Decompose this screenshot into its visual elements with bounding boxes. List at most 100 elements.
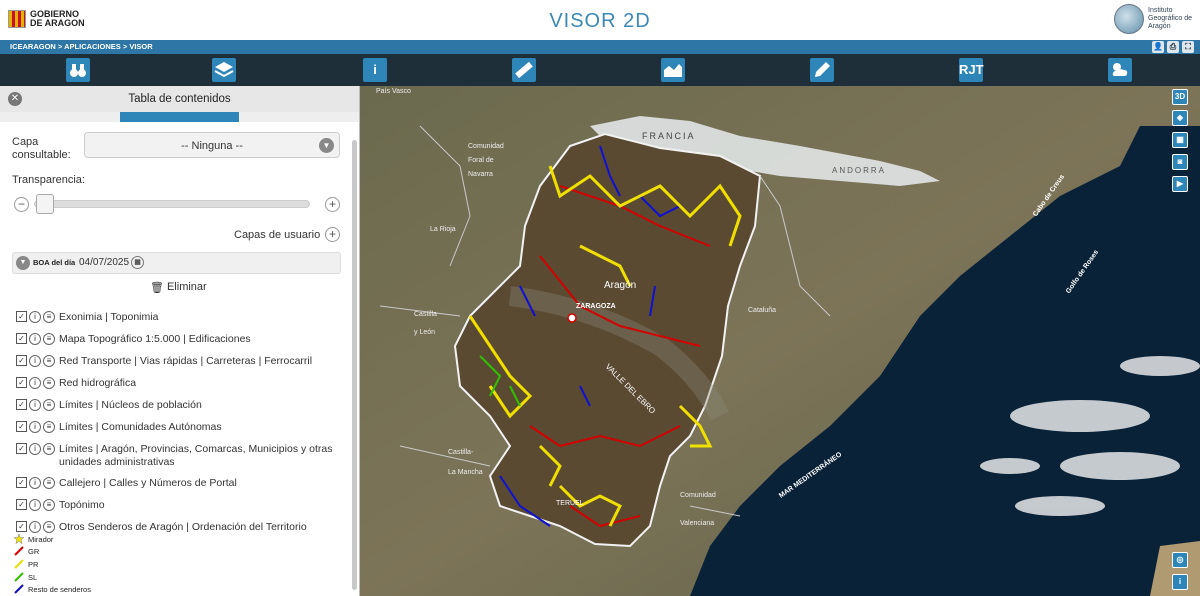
list-icon[interactable]: ≡ (43, 443, 55, 455)
info-icon[interactable]: i (29, 333, 41, 345)
binoculars-button[interactable] (66, 58, 90, 82)
list-icon[interactable]: ≡ (43, 421, 55, 433)
list-icon[interactable]: ≡ (43, 355, 55, 367)
globe-icon (1114, 4, 1145, 34)
layer-row[interactable]: ✓ i ≡ Límites | Aragón, Provincias, Comarca… (16, 443, 346, 469)
panel-scrollbar[interactable] (352, 140, 357, 590)
print-icon[interactable]: ⎙ (1167, 41, 1179, 53)
layer-label: Red Transporte | Vias rápidas | Carreter… (59, 355, 313, 367)
info-icon[interactable]: i (29, 377, 41, 389)
video-icon: ▶ (1176, 179, 1184, 188)
measure-button[interactable] (512, 58, 536, 82)
main-toolbar: i RJT (0, 54, 1200, 86)
fullscreen-icon[interactable]: ⛶ (1182, 41, 1194, 53)
list-icon[interactable]: ≡ (43, 377, 55, 389)
eliminar-button[interactable]: 🗑 Eliminar (150, 281, 207, 294)
map-label: La Rioja (430, 226, 456, 233)
map-label: Comunidad Valenciana (680, 492, 716, 527)
checkbox-icon[interactable]: ✓ (16, 421, 27, 432)
binoculars-icon (70, 64, 86, 77)
plus-icon[interactable]: + (325, 197, 340, 212)
layer-label: Límites | Núcleos de población (59, 399, 202, 411)
capa-select[interactable]: -- Ninguna -- ▼ (84, 132, 340, 158)
add-user-layer-icon[interactable]: + (325, 227, 340, 242)
transparency-slider[interactable] (34, 200, 310, 208)
info-icon[interactable]: i (29, 399, 41, 411)
weather-icon (1112, 63, 1128, 76)
camera-button[interactable]: ◙ (1172, 154, 1188, 170)
info-icon[interactable]: i (29, 499, 41, 511)
map-label: Comunidad Foral de Navarra (468, 143, 504, 178)
video-button[interactable]: ▶ (1172, 176, 1188, 192)
info-icon[interactable]: i (29, 311, 41, 323)
3d-button[interactable]: 3D (1172, 89, 1188, 105)
list-icon[interactable]: ≡ (43, 521, 55, 533)
checkbox-icon[interactable]: ✓ (16, 521, 27, 532)
line-symbol-icon (14, 572, 24, 582)
compass-icon: ◈ (1176, 113, 1184, 122)
toc-panel: ✕ Tabla de contenidos Capa consultable: … (0, 86, 360, 596)
calendar-icon[interactable]: ▦ (131, 256, 144, 269)
rjt-button[interactable]: RJT (959, 58, 984, 82)
layer-row[interactable]: ✓ i ≡ Red Transporte | Vias rápidas | Carre… (16, 355, 346, 368)
info-icon[interactable]: i (29, 443, 41, 455)
locate-button[interactable]: ◎ (1172, 552, 1188, 568)
checkbox-icon[interactable]: ✓ (16, 499, 27, 510)
layer-row[interactable]: ✓ i ≡ Red hidrográfica (16, 377, 346, 390)
list-icon[interactable]: ≡ (43, 333, 55, 345)
layer-row[interactable]: ✓ i ≡ Mapa Topográfico 1:5.000 | Edificacio… (16, 333, 346, 346)
tab-first[interactable] (0, 112, 120, 122)
minus-icon[interactable]: − (14, 197, 29, 212)
layer-label: Otros Senderos de Aragón | Ordenación de… (59, 521, 307, 533)
page-title: VISOR 2D (549, 10, 651, 32)
map-info-button[interactable]: i (1172, 574, 1188, 590)
info-icon[interactable]: i (29, 477, 41, 489)
legend-item: GR (14, 546, 39, 556)
info-button[interactable]: i (363, 58, 387, 82)
layers-icon (214, 62, 234, 78)
checkbox-icon[interactable]: ✓ (16, 333, 27, 344)
iga-logo[interactable]: Instituto Geográfico de Aragón (1114, 4, 1192, 34)
draw-button[interactable] (810, 58, 834, 82)
compass-button[interactable]: ◈ (1172, 110, 1188, 126)
list-icon[interactable]: ≡ (43, 399, 55, 411)
legend-item: SL (14, 572, 37, 582)
layers-button[interactable] (212, 58, 236, 82)
layer-row[interactable]: ✓ i ≡ Otros Senderos de Aragón | Ordenación… (16, 521, 346, 534)
checkbox-icon[interactable]: ✓ (16, 355, 27, 366)
layer-row[interactable]: ✓ i ≡ Límites | Comunidades Autónomas (16, 421, 346, 434)
close-icon[interactable]: ✕ (8, 92, 22, 106)
layer-label: Red hidrográfica (59, 377, 137, 389)
info-icon[interactable]: i (29, 521, 41, 533)
chevron-down-icon[interactable]: ▼ (16, 256, 30, 270)
trash-icon: 🗑 (150, 282, 164, 294)
checkbox-icon[interactable]: ✓ (16, 311, 27, 322)
pencil-icon (815, 62, 830, 77)
tab-third[interactable] (239, 112, 359, 122)
layer-row[interactable]: ✓ i ≡ Límites | Núcleos de población (16, 399, 346, 412)
checkbox-icon[interactable]: ✓ (16, 443, 27, 454)
tab-active[interactable] (119, 112, 240, 122)
list-icon[interactable]: ≡ (43, 477, 55, 489)
panel-header: ✕ Tabla de contenidos (0, 86, 359, 112)
map-canvas[interactable]: País Vasco Comunidad Foral de Navarra FR… (360, 86, 1200, 596)
info-icon[interactable]: i (29, 421, 41, 433)
checkbox-icon[interactable]: ✓ (16, 399, 27, 410)
slider-handle[interactable] (36, 194, 54, 214)
star-icon (14, 534, 24, 544)
list-icon[interactable]: ≡ (43, 311, 55, 323)
checkbox-icon[interactable]: ✓ (16, 377, 27, 388)
user-icon[interactable]: 👤 (1152, 41, 1164, 53)
grid-button[interactable]: ▦ (1172, 132, 1188, 148)
layer-row[interactable]: ✓ i ≡ Topónimo (16, 499, 346, 512)
checkbox-icon[interactable]: ✓ (16, 477, 27, 488)
weather-button[interactable] (1108, 58, 1132, 82)
layer-row[interactable]: ✓ i ≡ Callejero | Calles y Números de Porta… (16, 477, 346, 490)
layer-row[interactable]: ✓ i ≡ Exonimia | Toponimia (16, 311, 346, 324)
capa-label: Capa consultable: (12, 136, 71, 161)
target-icon: ◎ (1176, 555, 1184, 564)
line-symbol-icon (14, 546, 24, 556)
profile-button[interactable] (661, 58, 685, 82)
info-icon[interactable]: i (29, 355, 41, 367)
list-icon[interactable]: ≡ (43, 499, 55, 511)
